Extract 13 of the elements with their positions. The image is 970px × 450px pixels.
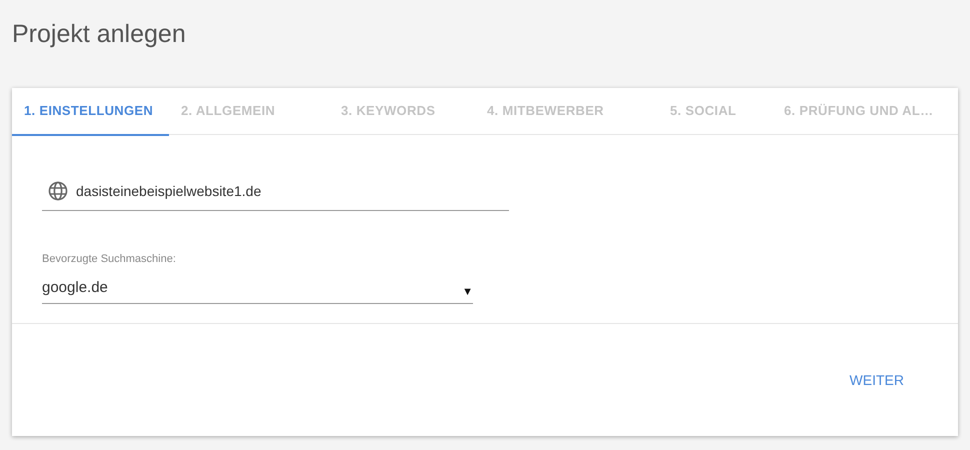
field-label: Bevorzugte Suchmaschine: [42, 253, 176, 265]
step-tab[interactable]: 3. KEYWORDS [329, 88, 475, 136]
step-tab[interactable]: 1. EINSTELLUNGEN [12, 88, 169, 136]
page-title: Projekt anlegen [12, 19, 187, 50]
globe-icon [48, 180, 68, 200]
website-field[interactable]: dasisteinebeispielwebsite1.de [42, 171, 509, 211]
search-engine-dropdown[interactable]: google.de ▼ [42, 271, 473, 304]
step-tab[interactable]: 6. PRÜFUNG UND AL… [772, 88, 958, 136]
caret-icon: ▼ [462, 286, 473, 298]
next-button[interactable]: WEITER [836, 364, 918, 396]
step-tab[interactable]: 5. SOCIAL [658, 88, 772, 136]
step-tab[interactable]: 2. ALLGEMEIN [169, 88, 329, 136]
step-tab[interactable]: 4. MITBEWERBER [475, 88, 658, 136]
